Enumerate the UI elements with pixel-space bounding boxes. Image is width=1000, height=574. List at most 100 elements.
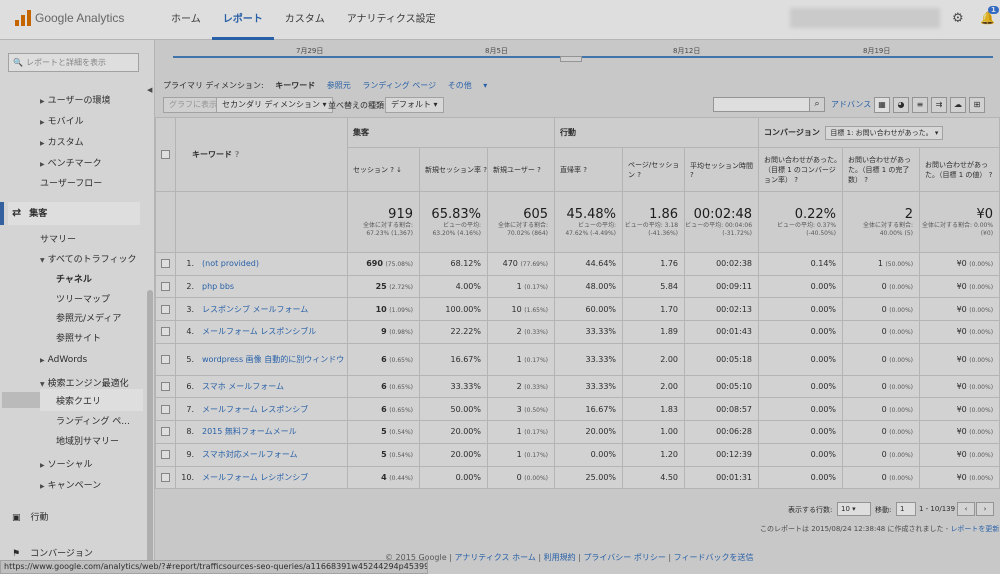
keyword-link[interactable]: (not provided) (198, 259, 259, 268)
keyword-link[interactable]: php bbs (198, 282, 234, 291)
google-analytics-logo[interactable]: Google Analytics (15, 10, 124, 26)
row-checkbox[interactable] (161, 472, 170, 482)
nav-custom[interactable]: カスタム (274, 0, 336, 40)
table-search-input[interactable] (713, 97, 818, 112)
sidebar-item-referrals[interactable]: 参照サイト (56, 331, 101, 344)
col-new-users[interactable]: 新規ユーザー ? (486, 147, 556, 192)
row-checkbox[interactable] (161, 382, 170, 392)
secondary-dimension-dropdown[interactable]: セカンダリ ディメンション ▾ (216, 97, 333, 113)
row-checkbox[interactable] (161, 304, 170, 314)
sidebar-item-source-medium[interactable]: 参照元/メディア (56, 311, 121, 324)
advanced-filter-link[interactable]: アドバンス (831, 99, 871, 110)
pie-view-icon[interactable]: ◕ (893, 97, 909, 113)
row-checkbox[interactable] (161, 427, 170, 437)
sidebar-item-audience-tech[interactable]: ▶ ユーザーの環境 (40, 93, 110, 106)
behavior-group-header: 行動 (554, 117, 760, 148)
col-goal-completions[interactable]: お問い合わせがあった。（目標 1 の完了数） ? (842, 147, 921, 192)
pivot-view-icon[interactable]: ⊞ (969, 97, 985, 113)
metric-cell: 690 (75.08%) (347, 252, 420, 276)
sidebar-item-mobile[interactable]: ▶ モバイル (40, 114, 84, 127)
keyword-link[interactable]: メールフォーム レシポンシブ (198, 473, 308, 482)
keyword-link[interactable]: メールフォーム レスポンシブ (198, 405, 308, 414)
sidebar-scrollbar[interactable] (147, 290, 153, 574)
col-goal-value[interactable]: お問い合わせがあった。（目標 1 の値） ? (919, 147, 1000, 192)
keyword-cell: 10. メールフォーム レシポンシブ (175, 465, 348, 490)
row-checkbox[interactable] (161, 327, 170, 337)
sidebar-item-all-traffic[interactable]: ▼ すべてのトラフィック (40, 252, 136, 265)
row-checkbox[interactable] (161, 450, 170, 460)
footer-link-feedback[interactable]: フィードバックを送信 (674, 553, 754, 562)
keyword-link[interactable]: スマホ対応メールフォーム (198, 450, 298, 459)
nav-reports[interactable]: レポート (211, 0, 274, 40)
footer-link-home[interactable]: アナリティクス ホーム (454, 553, 535, 562)
goto-page-input[interactable]: 1 (896, 502, 916, 516)
search-icon[interactable]: ⌕ (809, 97, 825, 112)
metric-cell: 1.20 (622, 442, 686, 467)
collapse-sidebar-icon[interactable]: ◀ (147, 86, 155, 94)
term-cloud-icon[interactable]: ☁ (950, 97, 966, 113)
rows-per-page-select[interactable]: 10 ▾ (837, 502, 871, 516)
nav-admin[interactable]: アナリティクス設定 (336, 0, 447, 40)
refresh-report-link[interactable]: レポートを更新 (950, 525, 999, 533)
comparison-view-icon[interactable]: ⇉ (931, 97, 947, 113)
sidebar-item-geo-summary[interactable]: 地域別サマリー (56, 434, 119, 447)
col-bounce-rate[interactable]: 直帰率 ? (554, 147, 624, 192)
sidebar-item-user-flow[interactable]: ユーザーフロー (40, 176, 102, 189)
sidebar-item-conversions[interactable]: ⚑ コンバージョン (12, 546, 93, 559)
data-view-icon[interactable]: ▦ (874, 97, 890, 113)
footer-link-privacy[interactable]: プライバシー ポリシー (583, 553, 665, 562)
metric-cell: ¥0 (0.00%) (919, 342, 1000, 376)
row-checkbox[interactable] (161, 259, 170, 269)
dimension-other[interactable]: その他 ▾ (448, 81, 488, 90)
row-checkbox[interactable] (161, 354, 170, 364)
sort-type-dropdown[interactable]: デフォルト ▾ (385, 97, 444, 113)
keyword-link[interactable]: スマホ メールフォーム (198, 382, 284, 391)
account-info[interactable] (790, 8, 940, 28)
metric-cell: ¥0 (0.00%) (919, 442, 1000, 467)
status-bar-url: https://www.google.com/analytics/web/?#r… (0, 560, 428, 574)
col-new-session-rate[interactable]: 新規セッション率 ? (419, 147, 488, 192)
row-checkbox[interactable] (161, 404, 170, 414)
dimension-landing-page[interactable]: ランディング ページ (362, 81, 436, 90)
sidebar-item-benchmark[interactable]: ▶ ベンチマーク (40, 156, 102, 169)
gear-icon[interactable]: ⚙ (952, 12, 966, 26)
keyword-link[interactable]: メールフォーム レスポンシブル (198, 327, 316, 336)
sidebar-item-landing-pages[interactable]: ランディング ペ... (56, 414, 130, 427)
sidebar-item-adwords[interactable]: ▶ AdWords (40, 355, 87, 365)
performance-view-icon[interactable]: ≡ (912, 97, 928, 113)
sidebar-item-campaigns[interactable]: ▶ キャンペーン (40, 478, 101, 491)
sidebar-item-treemap[interactable]: ツリーマップ (56, 292, 110, 305)
sidebar-item-overview[interactable]: サマリー (40, 232, 76, 245)
col-sessions[interactable]: セッション ? ↓ (347, 147, 420, 192)
plot-rows-button[interactable]: グラフに表示 (163, 97, 223, 113)
metric-cell: 6 (0.65%) (347, 397, 420, 422)
metric-cell: 00:12:39 (684, 442, 760, 467)
sidebar-item-acquisition[interactable]: ⇄ 集客 (12, 206, 47, 219)
keyword-column-header[interactable]: キーワード ? (175, 117, 348, 192)
goal-select-dropdown[interactable]: 目標 1: お問い合わせがあった。 ▾ (825, 125, 944, 140)
sidebar-item-custom[interactable]: ▶ カスタム (40, 135, 84, 148)
sidebar-item-channels[interactable]: チャネル (56, 272, 92, 285)
keyword-link[interactable]: 2015 無料フォームメール (198, 427, 297, 436)
next-page-button[interactable]: › (976, 502, 994, 516)
keyword-link[interactable]: wordpress 画像 自動的に別ウィンドウ (198, 355, 344, 364)
sidebar-item-seo[interactable]: ▼ 検索エンジン最適化 (40, 376, 129, 389)
sidebar-item-behavior[interactable]: ▣ 行動 (12, 510, 49, 523)
prev-page-button[interactable]: ‹ (957, 502, 975, 516)
metric-cell: 20.00% (554, 420, 624, 444)
row-checkbox[interactable] (161, 282, 170, 292)
footer-link-terms[interactable]: 利用規約 (544, 553, 576, 562)
bell-icon[interactable]: 🔔 1 (980, 6, 999, 25)
select-all-checkbox[interactable] (161, 150, 170, 159)
table-row: 10. メールフォーム レシポンシブ 4 (0.44%) 0.00% 0 (0.00%)… (155, 465, 1000, 490)
col-pages-per-session[interactable]: ページ/セッション ? (622, 147, 686, 192)
col-avg-session-duration[interactable]: 平均セッション時間 ? (684, 147, 760, 192)
chart-resize-handle[interactable] (560, 56, 582, 62)
report-search-input[interactable]: 🔍 レポートと詳細を表示 (8, 53, 139, 72)
sidebar-item-queries[interactable]: 検索クエリ (56, 394, 101, 407)
col-goal-conv-rate[interactable]: お問い合わせがあった。（目標 1 のコンバージョン率） ? (758, 147, 844, 192)
sidebar-item-social[interactable]: ▶ ソーシャル (40, 457, 92, 470)
nav-home[interactable]: ホーム (160, 0, 212, 40)
dimension-source[interactable]: 参照元 (327, 81, 351, 90)
keyword-link[interactable]: レスポンシブ メールフォーム (198, 305, 308, 314)
